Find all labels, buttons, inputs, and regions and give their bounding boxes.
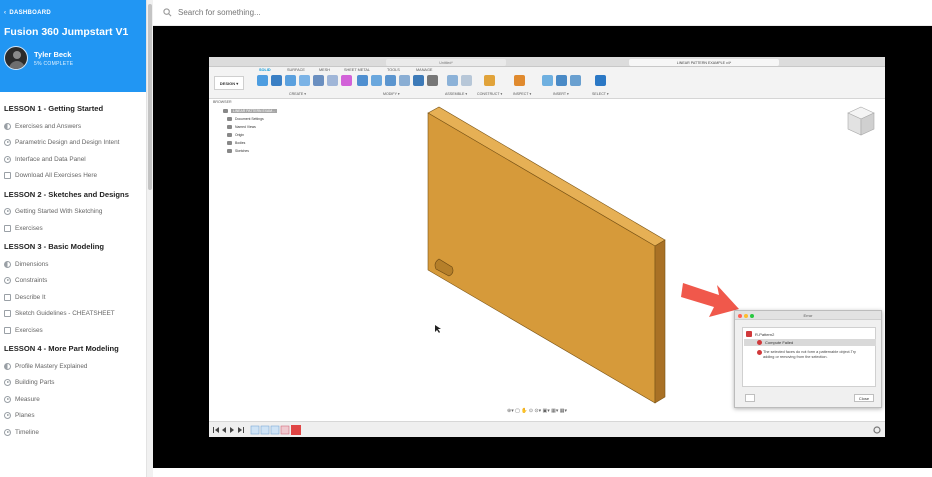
fusion-window: Untitled* LINEAR PATTERN EXAMPLE v4* DES… [209,57,885,437]
navigation-bar[interactable]: ⊕▾ ▢ ✋ ⊙ ⊙▾ ▣▾ ▦▾ ▦▾ [507,408,567,414]
error-icon [757,340,762,345]
timeline-controls[interactable] [211,423,321,437]
lesson-item[interactable]: Constraints [4,276,142,286]
error-dialog: Error R-Pattern2 Compute Failed The sele… [734,310,882,408]
lesson-section: LESSON 3 - Basic Modeling Dimensions Const… [4,242,142,335]
lesson-item-label: Exercises [15,224,43,232]
play-icon [4,379,11,386]
video-bottom-edge [153,468,932,477]
lesson-item-label: Download All Exercises Here [15,172,98,179]
video-player[interactable]: Untitled* LINEAR PATTERN EXAMPLE v4* DES… [153,26,932,468]
half-circle-icon [4,260,11,268]
lesson-item-label: Planes [15,412,35,419]
dashboard-label: DASHBOARD [9,10,52,16]
course-header: ‹ DASHBOARD Fusion 360 Jumpstart V1 Tyle… [0,0,146,92]
lesson-item[interactable]: Interface and Data Panel [4,155,142,165]
chevron-left-icon: ‹ [4,10,7,16]
lesson-item-label: Getting Started With Sketching [15,208,103,215]
play-icon [4,412,11,419]
lesson-item[interactable]: Profile Mastery Explained [4,362,142,372]
lesson-title: LESSON 4 - More Part Modeling [4,344,119,353]
lesson-item-label: Profile Mastery Explained [15,362,88,370]
lesson-item[interactable]: Measure [4,395,142,405]
lesson-list: LESSON 1 - Getting Started Exercises and … [0,92,146,437]
play-icon [4,277,11,284]
search-input[interactable] [178,8,478,17]
scrollbar-thumb[interactable] [148,4,152,190]
half-circle-icon [4,362,11,370]
lesson-item-label: Exercises [15,326,43,334]
maximize-window-icon[interactable] [750,313,754,318]
lesson-item[interactable]: Timeline [4,428,142,438]
lesson-title: LESSON 1 - Getting Started [4,104,104,113]
lesson-item[interactable]: Sketch Guidelines - CHEATSHEET [4,309,142,319]
lesson-item[interactable]: Parametric Design and Design Intent [4,138,142,148]
lesson-item-label: Measure [15,395,40,403]
progress-text: 5% COMPLETE [34,60,74,67]
lesson-section: LESSON 1 - Getting Started Exercises and … [4,104,142,181]
lesson-item[interactable]: Describe It [4,293,142,303]
red-arrow-icon [681,283,739,317]
lesson-item-label: Constraints [15,277,48,284]
lesson-item[interactable]: Planes [4,411,142,421]
copy-icon[interactable] [745,394,755,402]
pattern-feature-icon [746,331,752,337]
dialog-title: Error [803,312,813,318]
document-icon [4,172,11,179]
lesson-item[interactable]: Exercises [4,326,142,336]
dashboard-back-link[interactable]: ‹ DASHBOARD [4,8,142,18]
feature-name: R-Pattern2 [755,331,775,337]
dialog-titlebar: Error [735,311,881,320]
lesson-item[interactable]: Exercises and Answers [4,122,142,132]
document-icon [4,326,11,334]
avatar [4,46,28,70]
lesson-section: LESSON 4 - More Part Modeling Profile Mas… [4,344,142,437]
user-name: Tyler Beck [34,49,72,59]
lesson-item[interactable]: Building Parts [4,378,142,388]
window-controls [738,313,754,318]
half-circle-icon [4,122,11,130]
lesson-item[interactable]: Getting Started With Sketching [4,207,142,217]
course-sidebar: ‹ DASHBOARD Fusion 360 Jumpstart V1 Tyle… [0,0,146,477]
settings-gear-icon[interactable] [873,426,881,434]
lesson-section: LESSON 2 - Sketches and Designs Getting S… [4,190,142,234]
lesson-item-label: Sketch Guidelines - CHEATSHEET [15,310,115,317]
close-window-icon[interactable] [738,313,742,318]
mouse-cursor-icon [435,325,441,333]
user-info: Tyler Beck 5% COMPLETE [4,46,142,70]
lesson-item-label: Exercises and Answers [15,122,82,130]
play-icon [4,395,11,403]
document-icon [4,224,11,232]
error-icon [757,350,762,355]
lesson-item[interactable]: Download All Exercises Here [4,171,142,181]
sidebar-scrollbar[interactable] [146,0,153,477]
lesson-item-label: Timeline [15,428,39,436]
minimize-window-icon[interactable] [744,313,748,318]
play-icon [4,428,11,436]
error-message: The selected faces do not form a pattern… [763,350,856,359]
feature-row[interactable]: R-Pattern2 [746,331,774,337]
lesson-item-label: Describe It [15,293,46,301]
lesson-title: LESSON 2 - Sketches and Designs [4,189,129,199]
search-bar [153,0,932,26]
course-title: Fusion 360 Jumpstart V1 [4,26,129,38]
dialog-body: R-Pattern2 Compute Failed The selected f… [742,327,876,387]
lesson-title: LESSON 3 - Basic Modeling [4,242,105,251]
lesson-item-label: Building Parts [15,379,55,386]
timeline-bar [209,421,885,437]
lesson-item-label: Interface and Data Panel [15,155,86,163]
search-icon [163,8,172,17]
document-icon [4,293,11,301]
lesson-item-label: Parametric Design and Design Intent [15,139,120,146]
play-icon [4,208,11,215]
status-text: Compute Failed [765,340,794,345]
lesson-item[interactable]: Exercises [4,224,142,234]
lesson-item-label: Dimensions [15,260,49,268]
document-icon [4,310,11,317]
play-icon [4,155,11,163]
lesson-item[interactable]: Dimensions [4,260,142,270]
status-row[interactable]: Compute Failed [757,340,793,345]
play-icon [4,139,11,146]
close-button[interactable]: Close [854,394,874,402]
